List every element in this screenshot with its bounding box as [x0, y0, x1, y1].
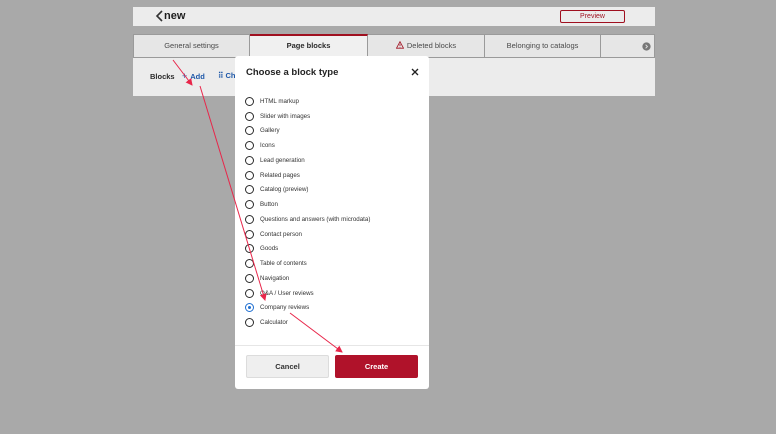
- blocks-label: Blocks: [150, 72, 175, 81]
- option-navigation[interactable]: Navigation: [245, 271, 425, 286]
- option-related-pages[interactable]: Related pages: [245, 168, 425, 183]
- radio-button[interactable]: [245, 200, 254, 210]
- radio-button[interactable]: [245, 111, 254, 121]
- option-label: Icons: [260, 142, 275, 150]
- add-block-button[interactable]: + Add: [182, 71, 205, 81]
- tab-general-settings[interactable]: General settings: [133, 34, 250, 58]
- option-questions-and-answers[interactable]: Questions and answers (with microdata): [245, 212, 425, 227]
- option-qa-user-reviews[interactable]: Q&A / User reviews: [245, 286, 425, 301]
- tab-page-blocks[interactable]: Page blocks: [250, 34, 368, 58]
- option-label: Goods: [260, 245, 279, 253]
- option-label: Calculator: [260, 319, 288, 327]
- block-type-options: HTML markup Slider with images Gallery I…: [245, 94, 425, 330]
- radio-button[interactable]: [245, 214, 254, 224]
- radio-button[interactable]: [245, 155, 254, 165]
- page-header: new Preview: [133, 7, 655, 26]
- option-label: Table of contents: [260, 260, 307, 268]
- option-label: Contact person: [260, 230, 302, 238]
- option-html-markup[interactable]: HTML markup: [245, 94, 425, 109]
- radio-button[interactable]: [245, 185, 254, 195]
- option-label: HTML markup: [260, 97, 299, 105]
- drag-handle-icon: ⠿: [218, 71, 224, 80]
- option-company-reviews[interactable]: Company reviews: [245, 301, 425, 316]
- radio-button[interactable]: [245, 259, 254, 269]
- chevron-right-circle-icon[interactable]: [642, 42, 651, 51]
- radio-button[interactable]: [245, 288, 254, 298]
- preview-button[interactable]: Preview: [560, 10, 625, 23]
- option-calculator[interactable]: Calculator: [245, 315, 425, 330]
- option-slider-with-images[interactable]: Slider with images: [245, 109, 425, 124]
- option-label: Slider with images: [260, 112, 311, 120]
- reorder-label: Ch: [225, 71, 236, 80]
- option-catalog-preview[interactable]: Catalog (preview): [245, 183, 425, 198]
- create-button[interactable]: Create: [335, 355, 418, 378]
- option-lead-generation[interactable]: Lead generation: [245, 153, 425, 168]
- radio-button[interactable]: [245, 229, 254, 239]
- option-label: Gallery: [260, 127, 280, 135]
- radio-button[interactable]: [245, 96, 254, 106]
- option-label: Button: [260, 201, 278, 209]
- option-goods[interactable]: Goods: [245, 242, 425, 257]
- option-button[interactable]: Button: [245, 197, 425, 212]
- tab-label: General settings: [164, 41, 219, 50]
- add-label: Add: [190, 72, 205, 81]
- close-icon[interactable]: [411, 68, 419, 76]
- radio-button[interactable]: [245, 141, 254, 151]
- option-icons[interactable]: Icons: [245, 138, 425, 153]
- reorder-blocks-button[interactable]: ⠿ Ch: [218, 71, 236, 80]
- dialog-title: Choose a block type: [246, 67, 339, 78]
- option-label: Q&A / User reviews: [260, 289, 314, 297]
- radio-button-selected[interactable]: [245, 303, 254, 313]
- dialog-divider: [235, 345, 429, 346]
- option-contact-person[interactable]: Contact person: [245, 227, 425, 242]
- tab-more[interactable]: [601, 34, 655, 58]
- tab-label: Belonging to catalogs: [506, 41, 579, 50]
- tab-bar: General settings Page blocks Deleted blo…: [133, 34, 655, 58]
- tab-belonging-to-catalogs[interactable]: Belonging to catalogs: [485, 34, 601, 58]
- option-label: Lead generation: [260, 156, 305, 164]
- plus-icon: +: [182, 71, 188, 81]
- option-table-of-contents[interactable]: Table of contents: [245, 256, 425, 271]
- tab-label: Deleted blocks: [406, 41, 457, 50]
- option-label: Catalog (preview): [260, 186, 309, 194]
- warning-icon: [395, 41, 404, 49]
- radio-button[interactable]: [245, 244, 254, 254]
- tab-label: Page blocks: [286, 41, 331, 50]
- page-title: new: [164, 10, 186, 22]
- option-label: Company reviews: [260, 304, 310, 312]
- radio-button[interactable]: [245, 170, 254, 180]
- tab-deleted-blocks[interactable]: Deleted blocks: [368, 34, 485, 58]
- option-gallery[interactable]: Gallery: [245, 124, 425, 139]
- cancel-button[interactable]: Cancel: [246, 355, 329, 378]
- radio-button[interactable]: [245, 273, 254, 283]
- option-label: Questions and answers (with microdata): [260, 215, 371, 223]
- block-type-dialog: Choose a block type HTML markup Slider w…: [235, 56, 429, 389]
- option-label: Related pages: [260, 171, 300, 179]
- radio-button[interactable]: [245, 126, 254, 136]
- option-label: Navigation: [260, 274, 290, 282]
- radio-button[interactable]: [245, 318, 254, 328]
